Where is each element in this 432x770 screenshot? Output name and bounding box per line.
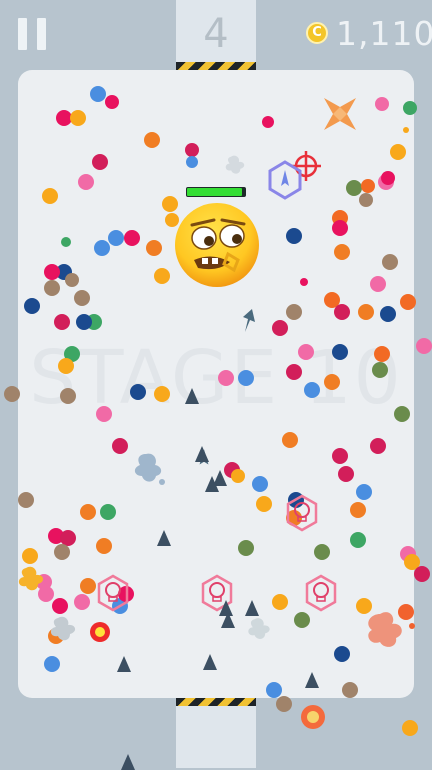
spike-enemy-icon [245,600,259,616]
spike-enemy-icon [213,470,227,486]
spike-enemy-icon [203,654,217,670]
spike-enemy-icon [117,656,131,672]
spike-enemy-icon [157,530,171,546]
spike-enemy-icon [221,612,235,628]
spike-enemy-icon [185,388,199,404]
spike-enemy-icon [195,446,209,462]
spike-enemy-icon [305,672,319,688]
spike-enemies-layer [0,0,432,770]
